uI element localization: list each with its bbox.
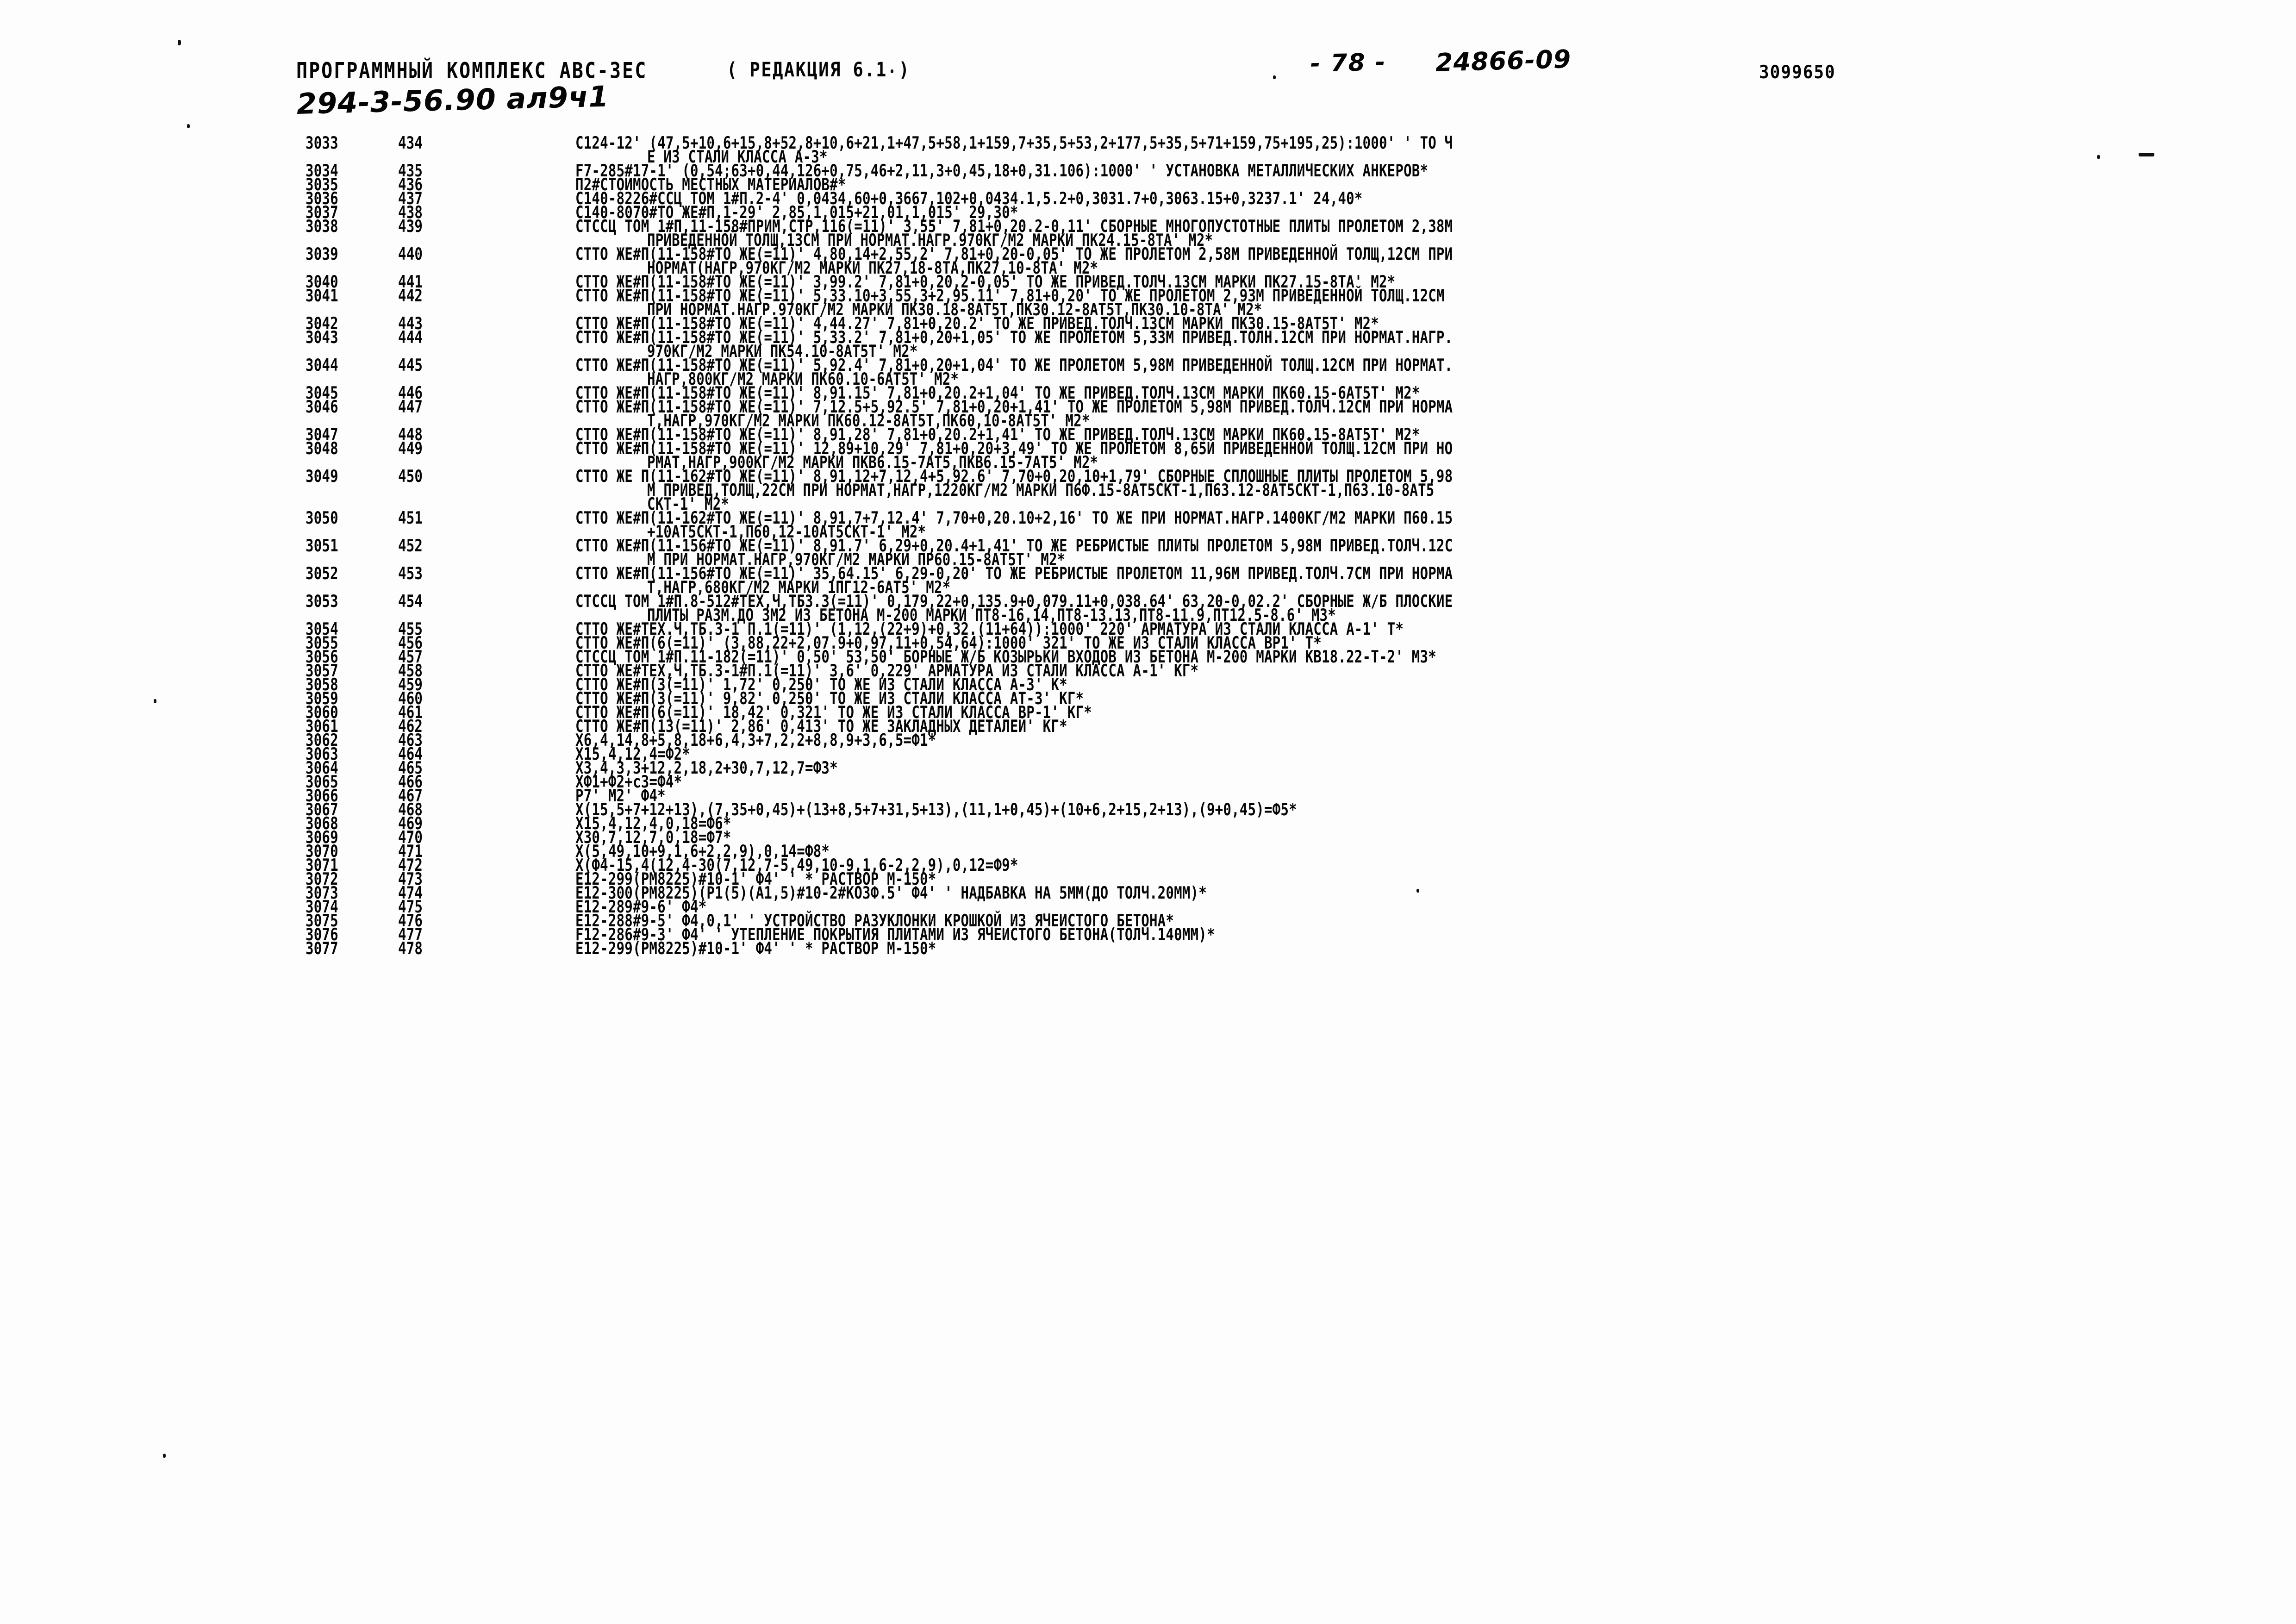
- document-code: 24866-09: [1435, 44, 1572, 77]
- listing-row: 3067 468 X(15,5+7+12+13),(7,35+0,45)+(13+8…: [0, 800, 2296, 820]
- listing-row: 3034 435 F7-285#17-1' (0,54;63+0,44,126+0,…: [0, 161, 2296, 181]
- listing-continuation-row: М ПРИВЕД,ТОЛЩ,22СМ ПРИ НОРМАТ,НАГР,1220К…: [0, 481, 2296, 500]
- listing-row: 3062 463 X6,4,14,8+5,8,18+6,4,3+7,2,2+8,8,…: [0, 731, 2296, 750]
- listing-row: 3057 458 СТТО ЖЕ#ТЕХ,Ч,ТБ.3-1#П.1(=11)' 3,…: [0, 661, 2296, 681]
- listing-continuation-row: ПЛИТЫ РАЗМ.ДО 3М2 ИЗ БЕТОНА М-200 МАРКИ …: [0, 606, 2296, 625]
- listing-continuation-row: ПРИВЕДЕННОЙ ТОЛЩ,13СМ ПРИ НОРМАТ.НАГР.97…: [0, 231, 2296, 250]
- listing-continuation-row: НАГР,800КГ/М2 МАРКИ ПК60.10-6АТ5Т' М2*: [0, 369, 2296, 389]
- listing-row: 3061 462 СТТО ЖЕ#П(13(=11)' 2,86' 0,413' Т…: [0, 717, 2296, 737]
- listing-row: 3049 450 СТТО ЖЕ П(11-162#ТО ЖЕ(=11)' 8,91…: [0, 467, 2296, 487]
- listing-row: 3048 449 СТТО ЖЕ#П(11-158#ТО ЖЕ(=11)' 12,8…: [0, 439, 2296, 459]
- scanned-listing-page: ПРОГРАММНЫЙ КОМПЛЕКС АВС-3ЕС ( РЕДАКЦИЯ …: [0, 0, 2296, 1624]
- listing-row: 3064 465 X3,4,3,3+12,2,18,2+30,7,12,7=Ф3*: [0, 758, 2296, 778]
- listing-row: 3072 473 E12-299(PM8225)#10-1' Ф4' ' * РАС…: [0, 869, 2296, 889]
- listing-row: 3040 441 СТТО ЖЕ#П(11-158#ТО ЖЕ(=11)' 3,99…: [0, 272, 2296, 292]
- listing-row: 3033 434 C124-12' (47,5+10,6+15,8+52,8+10,…: [0, 133, 2296, 153]
- listing-row: 3074 475 E12-289#9-6' Ф4*: [0, 897, 2296, 917]
- listing-continuation-row: 970КГ/М2 МАРКИ ПК54.10-8АТ5Т' М2*: [0, 342, 2296, 362]
- listing-continuation-row: М ПРИ НОРМАТ.НАГР,970КГ/М2 МАРКИ ПР60.15…: [0, 550, 2296, 570]
- row-sequence-number: 3077: [306, 939, 338, 959]
- listing-row: 3044 445 СТТО ЖЕ#П(11-158#ТО ЖЕ(=11)' 5,92…: [0, 356, 2296, 375]
- listing-row: 3039 440 СТТО ЖЕ#П(11-158#ТО ЖЕ(=11)' 4,80…: [0, 244, 2296, 264]
- listing-row: 3063 464 X15,4,12,4=Ф2*: [0, 744, 2296, 764]
- scan-speck: [187, 124, 190, 128]
- listing-row: 3065 466 XФ1+Ф2+сЗ=Ф4*: [0, 772, 2296, 792]
- scan-speck: [178, 40, 181, 45]
- listing-row: 3069 470 X30,7,12,7,0,18=Ф7*: [0, 828, 2296, 848]
- listing-continuation-row: СКТ-1' М2*: [0, 494, 2296, 514]
- listing-row: 3066 467 P7' M2' Ф4*: [0, 786, 2296, 806]
- listing-row: 3037 438 C140-8070#ТО ЖЕ#П,1-29' 2,85,1,01…: [0, 203, 2296, 223]
- row-statement-number: 478: [398, 939, 423, 959]
- listing-row: 3053 454 СТССЦ ТОМ 1#П.8-512#ТЕХ,Ч,ТБ3.3(=…: [0, 592, 2296, 612]
- page-number-marker: - 78 -: [1310, 48, 1386, 78]
- listing-continuation-row: ПРИ НОРМАТ.НАГР.970КГ/М2 МАРКИ ПК30.18-8…: [0, 300, 2296, 320]
- listing-continuation-row: Т,НАГР,680КГ/М2 МАРКИ 1ПГ12-6АТ5' М2*: [0, 578, 2296, 598]
- listing-row: 3076 477 F12-286#9-3' Ф4' ' УТЕПЛЕНИЕ ПОКР…: [0, 925, 2296, 945]
- listing-continuation-row: НОРМАТ(НАГР,970КГ/М2 МАРКИ ПК27,18-8ТА,П…: [0, 258, 2296, 278]
- listing-row: 3060 461 СТТО ЖЕ#П(6(=11)' 18,42' 0,321' Т…: [0, 703, 2296, 723]
- listing-row: 3075 476 E12-288#9-5' Ф4,0,1' ' УСТРОЙСТВО…: [0, 911, 2296, 931]
- scan-speck: [1273, 75, 1276, 79]
- listing-row: 3054 455 СТТО ЖЕ#ТЕХ.Ч,ТБ.3-1 П.1(=11)' (1…: [0, 619, 2296, 639]
- listing-row: 3055 456 СТТО ЖЕ#П(6(=11)' (3,88,22+2,07.9…: [0, 633, 2296, 653]
- listing-row: 3047 448 СТТО ЖЕ#П(11-158#ТО ЖЕ(=11)' 8,91…: [0, 425, 2296, 445]
- listing-row: 3077 478 E12-299(PM8225)#10-1' Ф4' ' * РАС…: [0, 939, 2296, 959]
- listing-row: 3070 471 X(5,49,10+9,1,6+2,2,9),0,14=Ф8*: [0, 842, 2296, 862]
- listing-row: 3051 452 СТТО ЖЕ#П(11-156#ТО ЖЕ(=11)' 8,91…: [0, 536, 2296, 556]
- listing-row: 3059 460 СТТО ЖЕ#П(3(=11)' 9,82' 0,250' ТО…: [0, 689, 2296, 709]
- serial-number: 3099650: [1759, 62, 1836, 83]
- listing-row: 3038 439 СТССЦ ТОМ 1#П,11-158#ПРИМ,СТР,116…: [0, 217, 2296, 237]
- revision-label: ( РЕДАКЦИЯ 6.1 ): [727, 58, 911, 81]
- listing-continuation-row: +10АТ5СКТ-1,П60,12-10АТ5СКТ-1' М2*: [0, 522, 2296, 542]
- scan-speck: [163, 1454, 166, 1458]
- listing-row: 3036 437 C140-8226#ССЦ ТОМ 1#П.2-4' 0,0434…: [0, 189, 2296, 209]
- handwritten-archive-stamp: 294-3-56.90 ал9ч1: [296, 79, 610, 121]
- listing-row: 3043 444 СТТО ЖЕ#П(11-158#ТО ЖЕ(=11)' 5,33…: [0, 328, 2296, 348]
- listing-row: 3052 453 СТТО ЖЕ#П(11-156#ТО ЖЕ(=11)' 35,6…: [0, 564, 2296, 584]
- row-source-text: E12-299(PM8225)#10-1' Ф4' ' * РАСТВОР М-…: [575, 939, 936, 959]
- listing-row: 3071 472 X(Ф4-15,4(12,4-30(7,12,7-5,49,10-…: [0, 856, 2296, 875]
- scan-speck: [891, 69, 893, 73]
- listing-row: 3073 474 E12-300(PM8225)(P1(5)(A1,5)#10-2#…: [0, 883, 2296, 903]
- listing-row: 3050 451 СТТО ЖЕ#П(11-162#ТО ЖЕ(=11)' 8,91…: [0, 508, 2296, 528]
- listing-row: 3058 459 СТТО ЖЕ#П(3(=11)' 1,72' 0,250' ТО…: [0, 675, 2296, 695]
- listing-continuation-row: РМАТ,НАГР,900КГ/М2 МАРКИ ПКВ6.15-7АТ5,ПК…: [0, 453, 2296, 473]
- code-listing: 3033 434 C124-12' (47,5+10,6+15,8+52,8+10,…: [0, 133, 2296, 959]
- listing-row: 3068 469 X15,4,12,4,0,18=Ф6*: [0, 814, 2296, 834]
- listing-row: 3046 447 СТТО ЖЕ#П(11-158#ТО ЖЕ(=11)' 7,12…: [0, 397, 2296, 417]
- listing-row: 3041 442 СТТО ЖЕ#П(11-158#ТО ЖЕ(=11)' 5,33…: [0, 286, 2296, 306]
- listing-row: 3042 443 СТТО ЖЕ#П(11-158#ТО ЖЕ(=11)' 4,44…: [0, 314, 2296, 334]
- listing-continuation-row: Е ИЗ СТАЛИ КЛАССА А-3*: [0, 147, 2296, 167]
- listing-row: 3056 457 СТССЦ ТОМ 1#П.11-182(=11)' 0,50' …: [0, 647, 2296, 667]
- listing-continuation-row: Т,НАГР,970КГ/М2 МАРКИ ПК60.12-8АТ5Т,ПК60…: [0, 411, 2296, 431]
- listing-row: 3035 436 П2#СТОИМОСТЬ МЕСТНЫХ МАТЕРИАЛОВ#*: [0, 175, 2296, 195]
- listing-row: 3045 446 СТТО ЖЕ#П(11-158#ТО ЖЕ(=11)' 8,91…: [0, 383, 2296, 403]
